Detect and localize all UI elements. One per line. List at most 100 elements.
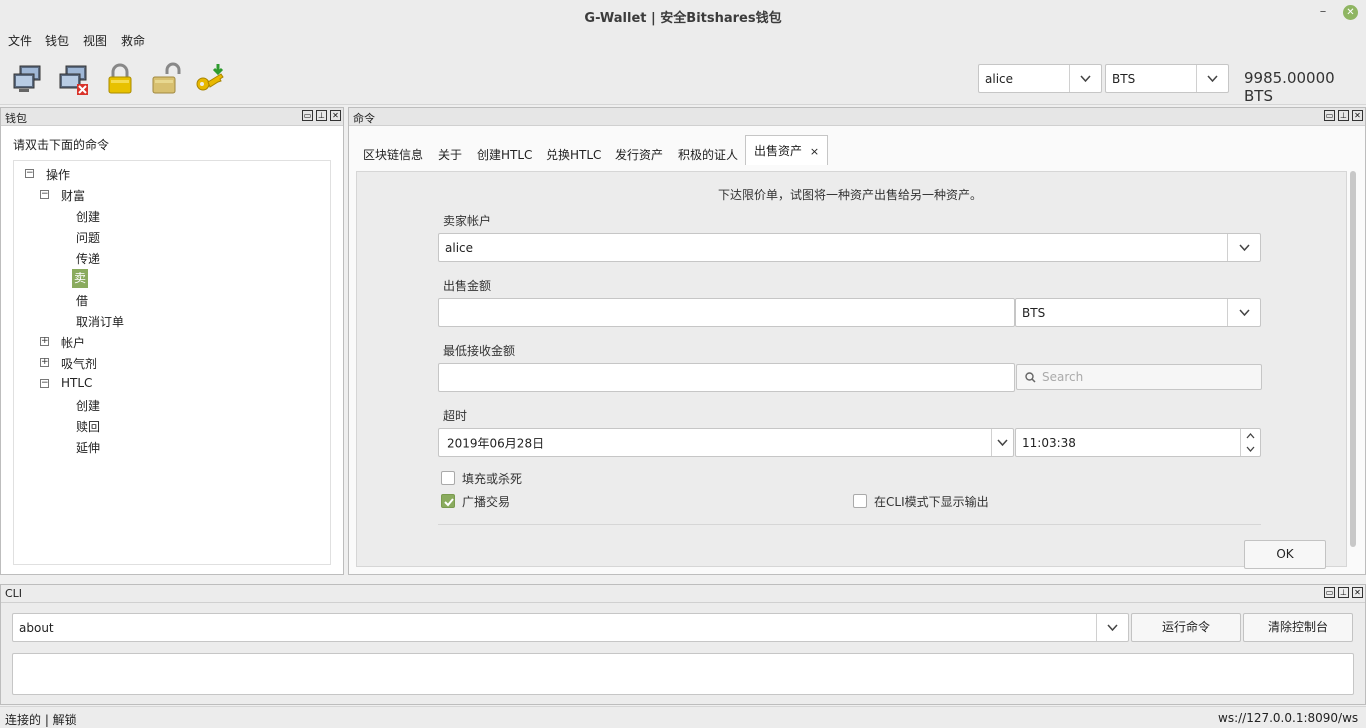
tree-node-sell[interactable]: 卖 — [72, 269, 89, 288]
tree-node-transfer[interactable]: 传递 — [76, 250, 100, 267]
fill-or-kill-label: 填充或杀死 — [462, 472, 523, 486]
broadcast-checkbox[interactable] — [441, 494, 455, 508]
cli-output-label: 在CLI模式下显示输出 — [874, 495, 989, 509]
tab-about[interactable]: 关于 — [438, 137, 462, 165]
form-description: 下达限价单，试图将一种资产出售给另一种资产。 — [718, 188, 983, 202]
network-connect-icon[interactable] — [11, 62, 45, 96]
cli-command-input[interactable]: about — [12, 613, 1129, 642]
form-divider — [438, 524, 1261, 525]
title-bar: G-Wallet | 安全Bitshares钱包 – ✕ — [0, 0, 1366, 30]
chevron-up-icon[interactable] — [1246, 433, 1255, 439]
tree-node-absorber[interactable]: 吸气剂 — [61, 355, 97, 372]
tree-node-create[interactable]: 创建 — [76, 208, 100, 225]
min-receive-input[interactable] — [438, 363, 1015, 392]
menu-help[interactable]: 救命 — [121, 32, 145, 49]
float-panel-icon[interactable]: ▭ — [1324, 587, 1335, 598]
ok-button[interactable]: OK — [1244, 540, 1326, 569]
command-tree: − 操作 − 财富 创建 问题 传递 卖 借 取消订单 + 帐户 + 吸气剂 −… — [13, 160, 331, 565]
close-tab-icon[interactable]: × — [810, 145, 819, 158]
unlock-icon[interactable] — [149, 62, 183, 96]
broadcast-label: 广播交易 — [462, 495, 511, 509]
asset-select[interactable]: BTS — [1105, 64, 1229, 93]
cli-output-checkbox[interactable] — [853, 494, 867, 508]
tree-node-wealth[interactable]: 财富 — [61, 187, 85, 204]
collapse-icon[interactable]: − — [40, 379, 49, 388]
cli-panel-header: CLI ▭ ⊥ ✕ — [1, 585, 1365, 603]
cli-output-console[interactable] — [12, 653, 1354, 695]
account-select[interactable]: alice — [978, 64, 1102, 93]
tree-node-account[interactable]: 帐户 — [61, 334, 85, 351]
tree-node-htlc[interactable]: HTLC — [61, 376, 92, 390]
pin-panel-icon[interactable]: ⊥ — [1338, 587, 1349, 598]
close-panel-icon[interactable]: ✕ — [1352, 587, 1363, 598]
menu-file[interactable]: 文件 — [8, 32, 32, 49]
fill-or-kill-checkbox[interactable] — [441, 471, 455, 485]
tree-node-borrow[interactable]: 借 — [76, 292, 88, 309]
date-input[interactable]: 2019年06月28日 — [438, 428, 1014, 457]
tab-issue-asset[interactable]: 发行资产 — [615, 137, 663, 165]
tree-node-htlc-extend[interactable]: 延伸 — [76, 439, 100, 456]
minimize-button[interactable]: – — [1316, 4, 1330, 20]
chevron-down-icon — [1196, 65, 1228, 92]
sell-asset-select[interactable]: BTS — [1015, 298, 1261, 327]
network-disconnect-icon[interactable] — [57, 62, 91, 96]
tree-node-htlc-redeem[interactable]: 赎回 — [76, 418, 100, 435]
tab-active-witnesses[interactable]: 积极的证人 — [678, 137, 738, 165]
asset-select-value: BTS — [1112, 71, 1136, 86]
import-key-icon[interactable] — [195, 62, 229, 96]
expand-icon[interactable]: + — [40, 358, 49, 367]
sell-amount-input[interactable] — [438, 298, 1015, 327]
window-title: G-Wallet | 安全Bitshares钱包 — [584, 11, 782, 26]
close-panel-icon[interactable]: ✕ — [1352, 110, 1363, 121]
menu-wallet[interactable]: 钱包 — [45, 32, 69, 49]
wallet-panel-header: 钱包 ▭ ⊥ ✕ — [1, 108, 343, 126]
collapse-icon[interactable]: − — [25, 169, 34, 178]
tree-node-operations[interactable]: 操作 — [46, 166, 70, 183]
sell-amount-label: 出售金额 — [443, 279, 492, 293]
collapse-icon[interactable]: − — [40, 190, 49, 199]
receive-asset-search[interactable]: Search — [1016, 364, 1262, 390]
chevron-down-icon[interactable] — [991, 429, 1013, 456]
chevron-down-icon[interactable] — [1096, 614, 1128, 641]
tree-hint: 请双击下面的命令 — [13, 138, 110, 152]
seller-account-label: 卖家帐户 — [443, 214, 492, 228]
tree-node-htlc-create[interactable]: 创建 — [76, 397, 100, 414]
menu-view[interactable]: 视图 — [83, 32, 107, 49]
expand-icon[interactable]: + — [40, 337, 49, 346]
tab-blockchain-info[interactable]: 区块链信息 — [363, 137, 423, 165]
timeout-label: 超时 — [443, 409, 468, 423]
chevron-down-icon — [1227, 234, 1260, 261]
close-panel-icon[interactable]: ✕ — [330, 110, 341, 121]
seller-account-select[interactable]: alice — [438, 233, 1261, 262]
run-command-button[interactable]: 运行命令 — [1131, 613, 1241, 642]
tab-sell-asset[interactable]: 出售资产 × — [745, 135, 829, 165]
lock-icon[interactable] — [103, 62, 137, 96]
seller-account-value: alice — [445, 240, 474, 255]
pin-panel-icon[interactable]: ⊥ — [1338, 110, 1349, 121]
wallet-panel: 钱包 ▭ ⊥ ✕ 请双击下面的命令 − 操作 − 财富 创建 问题 传递 卖 借 取… — [0, 107, 344, 575]
tab-redeem-htlc[interactable]: 兑换HTLC — [546, 137, 601, 165]
clear-console-button[interactable]: 清除控制台 — [1243, 613, 1353, 642]
chevron-down-icon[interactable] — [1246, 446, 1255, 452]
float-panel-icon[interactable]: ▭ — [302, 110, 313, 121]
tab-create-htlc[interactable]: 创建HTLC — [477, 137, 532, 165]
connection-status: 连接的 | 解锁 — [5, 713, 77, 727]
time-input[interactable]: 11:03:38 — [1015, 428, 1261, 457]
command-panel-title: 命令 — [353, 112, 375, 125]
form-scrollbar[interactable] — [1350, 171, 1356, 547]
pin-panel-icon[interactable]: ⊥ — [316, 110, 327, 121]
menu-bar: 文件 钱包 视图 救命 — [0, 30, 1366, 52]
float-panel-icon[interactable]: ▭ — [1324, 110, 1335, 121]
tree-node-issue[interactable]: 问题 — [76, 229, 100, 246]
tree-node-cancel-order[interactable]: 取消订单 — [76, 313, 124, 330]
command-panel-header: 命令 ▭ ⊥ ✕ — [349, 108, 1365, 126]
wallet-panel-title: 钱包 — [5, 112, 27, 125]
chevron-down-icon — [1069, 65, 1101, 92]
time-value: 11:03:38 — [1022, 435, 1076, 450]
toolbar: alice BTS — [0, 52, 1366, 105]
close-button[interactable]: ✕ — [1343, 5, 1358, 20]
time-stepper[interactable] — [1240, 429, 1260, 456]
server-url: ws://127.0.0.1:8090/ws — [1218, 711, 1359, 725]
date-value: 2019年06月28日 — [447, 436, 545, 450]
balance-display: 9985.00000 BTS — [1244, 69, 1335, 105]
